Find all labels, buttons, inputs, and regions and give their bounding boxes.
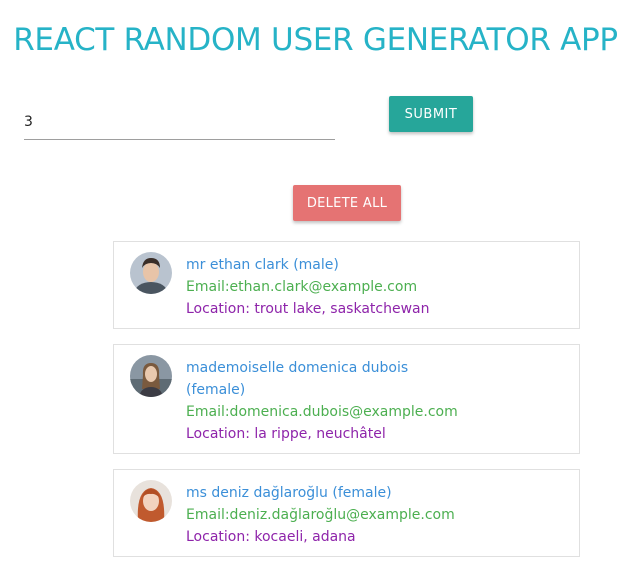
- user-email: Email:deniz.dağlaroğlu@example.com: [186, 507, 455, 523]
- user-card: mademoiselle domenica dubois (female) Em…: [113, 344, 580, 454]
- user-avatar: [130, 480, 172, 522]
- user-avatar: [130, 355, 172, 397]
- user-name: mademoiselle domenica dubois (female): [186, 360, 409, 398]
- user-location: Location: trout lake, saskatchewan: [186, 301, 430, 317]
- user-card: ms deniz dağlaroğlu (female) Email:deniz…: [113, 469, 580, 557]
- user-avatar: [130, 252, 172, 294]
- user-email: Email:domenica.dubois@example.com: [186, 404, 458, 420]
- user-card: mr ethan clark (male) Email:ethan.clark@…: [113, 241, 580, 329]
- user-location: Location: kocaeli, adana: [186, 529, 356, 545]
- user-count-input[interactable]: [24, 104, 335, 140]
- delete-all-button[interactable]: DELETE ALL: [293, 185, 401, 221]
- submit-button[interactable]: SUBMIT: [389, 96, 473, 132]
- app-title: REACT RANDOM USER GENERATOR APP: [13, 22, 618, 58]
- user-email: Email:ethan.clark@example.com: [186, 279, 418, 295]
- user-name: mr ethan clark (male): [186, 257, 339, 273]
- user-name: ms deniz dağlaroğlu (female): [186, 485, 392, 501]
- user-location: Location: la rippe, neuchâtel: [186, 426, 386, 442]
